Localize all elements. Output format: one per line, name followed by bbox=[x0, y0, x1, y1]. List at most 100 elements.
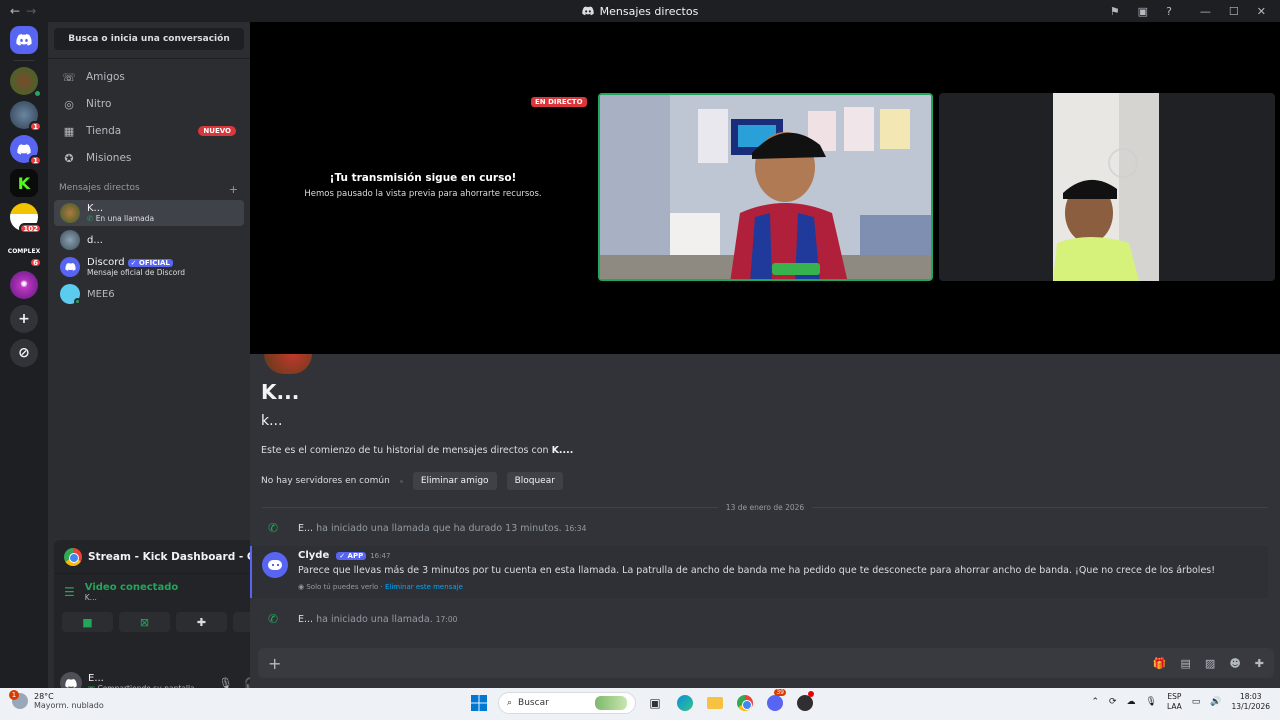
sticker-icon[interactable]: ▨ bbox=[1205, 657, 1215, 670]
block-button[interactable]: Bloquear bbox=[506, 472, 563, 490]
cloud-icon: 1 bbox=[9, 690, 28, 709]
search-highlight-image bbox=[595, 696, 627, 710]
dm-sidebar: Busca o inicia una conversación ☏ Amigos… bbox=[48, 22, 292, 700]
discord-home-button[interactable] bbox=[10, 26, 38, 54]
message-text: ha iniciado una llamada. bbox=[316, 613, 433, 625]
task-view-icon[interactable]: ▣ bbox=[644, 692, 666, 714]
date-divider: 13 de enero de 2026 bbox=[262, 502, 1268, 512]
maximize-icon[interactable]: ☐ bbox=[1229, 5, 1239, 18]
message-composer[interactable]: + 🎁 ▤ ▨ ☻ ✚ bbox=[258, 648, 1274, 678]
server-icon[interactable]: 102 bbox=[10, 203, 42, 234]
share-screen-button[interactable]: ⊠ bbox=[119, 612, 170, 632]
obs-icon[interactable] bbox=[794, 691, 816, 714]
clock-time: 18:03 bbox=[1239, 692, 1262, 701]
stream-paused-notice: ¡Tu transmisión sigue en curso! Hemos pa… bbox=[298, 172, 548, 199]
screen-share-icon[interactable]: ▣ bbox=[1138, 5, 1148, 18]
new-badge: NUEVO bbox=[198, 126, 236, 136]
call-system-message: ✆ E... ha iniciado una llamada. 17:00 bbox=[268, 612, 457, 626]
apps-icon[interactable]: ✚ bbox=[1255, 657, 1264, 670]
message-text: Parece que llevas más de 3 minutos por t… bbox=[298, 565, 1216, 576]
input-language[interactable]: ESP LAA bbox=[1167, 692, 1182, 712]
separator-dot bbox=[399, 479, 403, 483]
nav-shop[interactable]: ▦ Tienda NUEVO bbox=[54, 118, 244, 144]
server-icon[interactable] bbox=[10, 67, 42, 98]
composer-tools: 🎁 ▤ ▨ ☻ ✚ bbox=[1153, 657, 1264, 670]
help-icon[interactable]: ? bbox=[1166, 5, 1172, 18]
dismiss-message-link[interactable]: Eliminar este mensaje bbox=[385, 583, 463, 591]
message-author[interactable]: E... bbox=[298, 523, 313, 534]
taskbar-search[interactable]: ⌕ Buscar bbox=[498, 692, 636, 714]
weather-widget[interactable]: 1 28°C Mayorm. nublado bbox=[9, 690, 104, 710]
windows-start-icon[interactable] bbox=[468, 692, 490, 714]
chrome-taskbar-icon[interactable] bbox=[734, 692, 756, 714]
display-icon[interactable]: ▭ bbox=[1192, 697, 1201, 707]
nav-friends[interactable]: ☏ Amigos bbox=[54, 64, 244, 90]
chat-area: K... k... Este es el comienzo de tu hist… bbox=[250, 354, 1280, 688]
complex-server-icon[interactable]: COMPLEX 6 bbox=[8, 237, 42, 268]
weather-alert-badge: 1 bbox=[9, 690, 19, 700]
server-icon[interactable]: 1 bbox=[10, 135, 42, 166]
create-dm-icon[interactable]: + bbox=[229, 183, 238, 196]
remove-friend-button[interactable]: Eliminar amigo bbox=[412, 472, 497, 490]
gif-icon[interactable]: ▤ bbox=[1181, 657, 1191, 670]
server-badge: 1 bbox=[29, 155, 42, 166]
clyde-avatar[interactable] bbox=[262, 552, 288, 578]
server-icon[interactable]: ✺ bbox=[10, 271, 38, 299]
onedrive-icon[interactable]: ☁ bbox=[1127, 697, 1136, 707]
message-timestamp: 16:47 bbox=[370, 551, 391, 560]
activities-button[interactable]: ✚ bbox=[176, 612, 227, 632]
arrow-left-icon[interactable]: ← bbox=[10, 4, 20, 18]
volume-icon[interactable]: 🔊 bbox=[1210, 697, 1221, 707]
nav-quests[interactable]: ✪ Misiones bbox=[54, 145, 244, 171]
camera-button[interactable]: ■ bbox=[62, 612, 113, 632]
search-icon: ⌕ bbox=[507, 698, 513, 708]
dm-item[interactable]: K... ✆ En una llamada bbox=[54, 200, 244, 226]
server-icon[interactable]: 1 bbox=[10, 101, 42, 132]
discover-icon[interactable]: ⊘ bbox=[10, 339, 38, 367]
add-attachment-icon[interactable]: + bbox=[268, 654, 281, 673]
quests-icon: ✪ bbox=[64, 151, 74, 165]
emoji-icon[interactable]: ☻ bbox=[1229, 657, 1240, 670]
message-author[interactable]: Clyde bbox=[298, 550, 329, 561]
webcam-video-image bbox=[939, 93, 1275, 281]
stream-area: ¡Tu transmisión sigue en curso! Hemos pa… bbox=[250, 22, 1280, 354]
discord-taskbar-icon[interactable]: 39 bbox=[764, 689, 786, 714]
file-explorer-icon[interactable] bbox=[704, 692, 726, 714]
add-server-icon[interactable]: + bbox=[10, 305, 38, 333]
close-icon[interactable]: ✕ bbox=[1257, 5, 1266, 18]
dm-name: K... bbox=[87, 203, 104, 214]
chrome-icon bbox=[64, 547, 82, 566]
kick-server-icon[interactable]: K bbox=[10, 169, 38, 197]
message-header: Clyde ✓ APP 16:47 bbox=[298, 550, 390, 561]
avatar bbox=[60, 257, 80, 277]
phone-icon: ✆ bbox=[268, 612, 279, 626]
sync-icon[interactable]: ⟳ bbox=[1109, 697, 1117, 707]
dm-item[interactable]: Discord ✓ OFICIAL Mensaje oficial de Disc… bbox=[54, 254, 244, 280]
message-author[interactable]: E... bbox=[298, 614, 313, 625]
gift-icon[interactable]: 🎁 bbox=[1153, 657, 1167, 670]
minimize-icon[interactable]: — bbox=[1200, 5, 1211, 18]
inbox-icon[interactable]: ⚑ bbox=[1110, 5, 1120, 18]
recording-dot bbox=[808, 691, 814, 697]
clock-date: 13/1/2026 bbox=[1231, 702, 1270, 711]
arrow-right-icon[interactable]: → bbox=[26, 4, 36, 18]
nitro-icon: ◎ bbox=[64, 97, 74, 111]
chevron-up-icon[interactable]: ⌃ bbox=[1091, 697, 1099, 707]
server-badge: 1 bbox=[29, 121, 42, 132]
dm-item[interactable]: MEE6 bbox=[54, 281, 244, 307]
windows-taskbar: 1 28°C Mayorm. nublado ⌕ Buscar ▣ 39 ⌃ ⟳… bbox=[0, 688, 1280, 720]
video-tile-self[interactable] bbox=[598, 93, 933, 281]
eye-icon: ◉ bbox=[298, 583, 305, 591]
find-conversation-button[interactable]: Busca o inicia una conversación bbox=[54, 28, 244, 50]
video-tile-other[interactable] bbox=[939, 93, 1275, 281]
nav-nitro[interactable]: ◎ Nitro bbox=[54, 91, 244, 117]
server-badge: 102 bbox=[19, 223, 42, 234]
dm-item[interactable]: d... bbox=[54, 227, 244, 253]
dm-name: Discord ✓ OFICIAL bbox=[87, 257, 185, 268]
microphone-tray-icon[interactable]: 🎙 bbox=[1146, 697, 1157, 707]
user-name: E... bbox=[88, 673, 104, 684]
avatar bbox=[60, 203, 80, 223]
taskbar-clock[interactable]: 18:03 13/1/2026 bbox=[1232, 692, 1270, 712]
edge-icon[interactable] bbox=[674, 692, 696, 714]
signal-icon[interactable]: ☰ bbox=[64, 585, 75, 599]
